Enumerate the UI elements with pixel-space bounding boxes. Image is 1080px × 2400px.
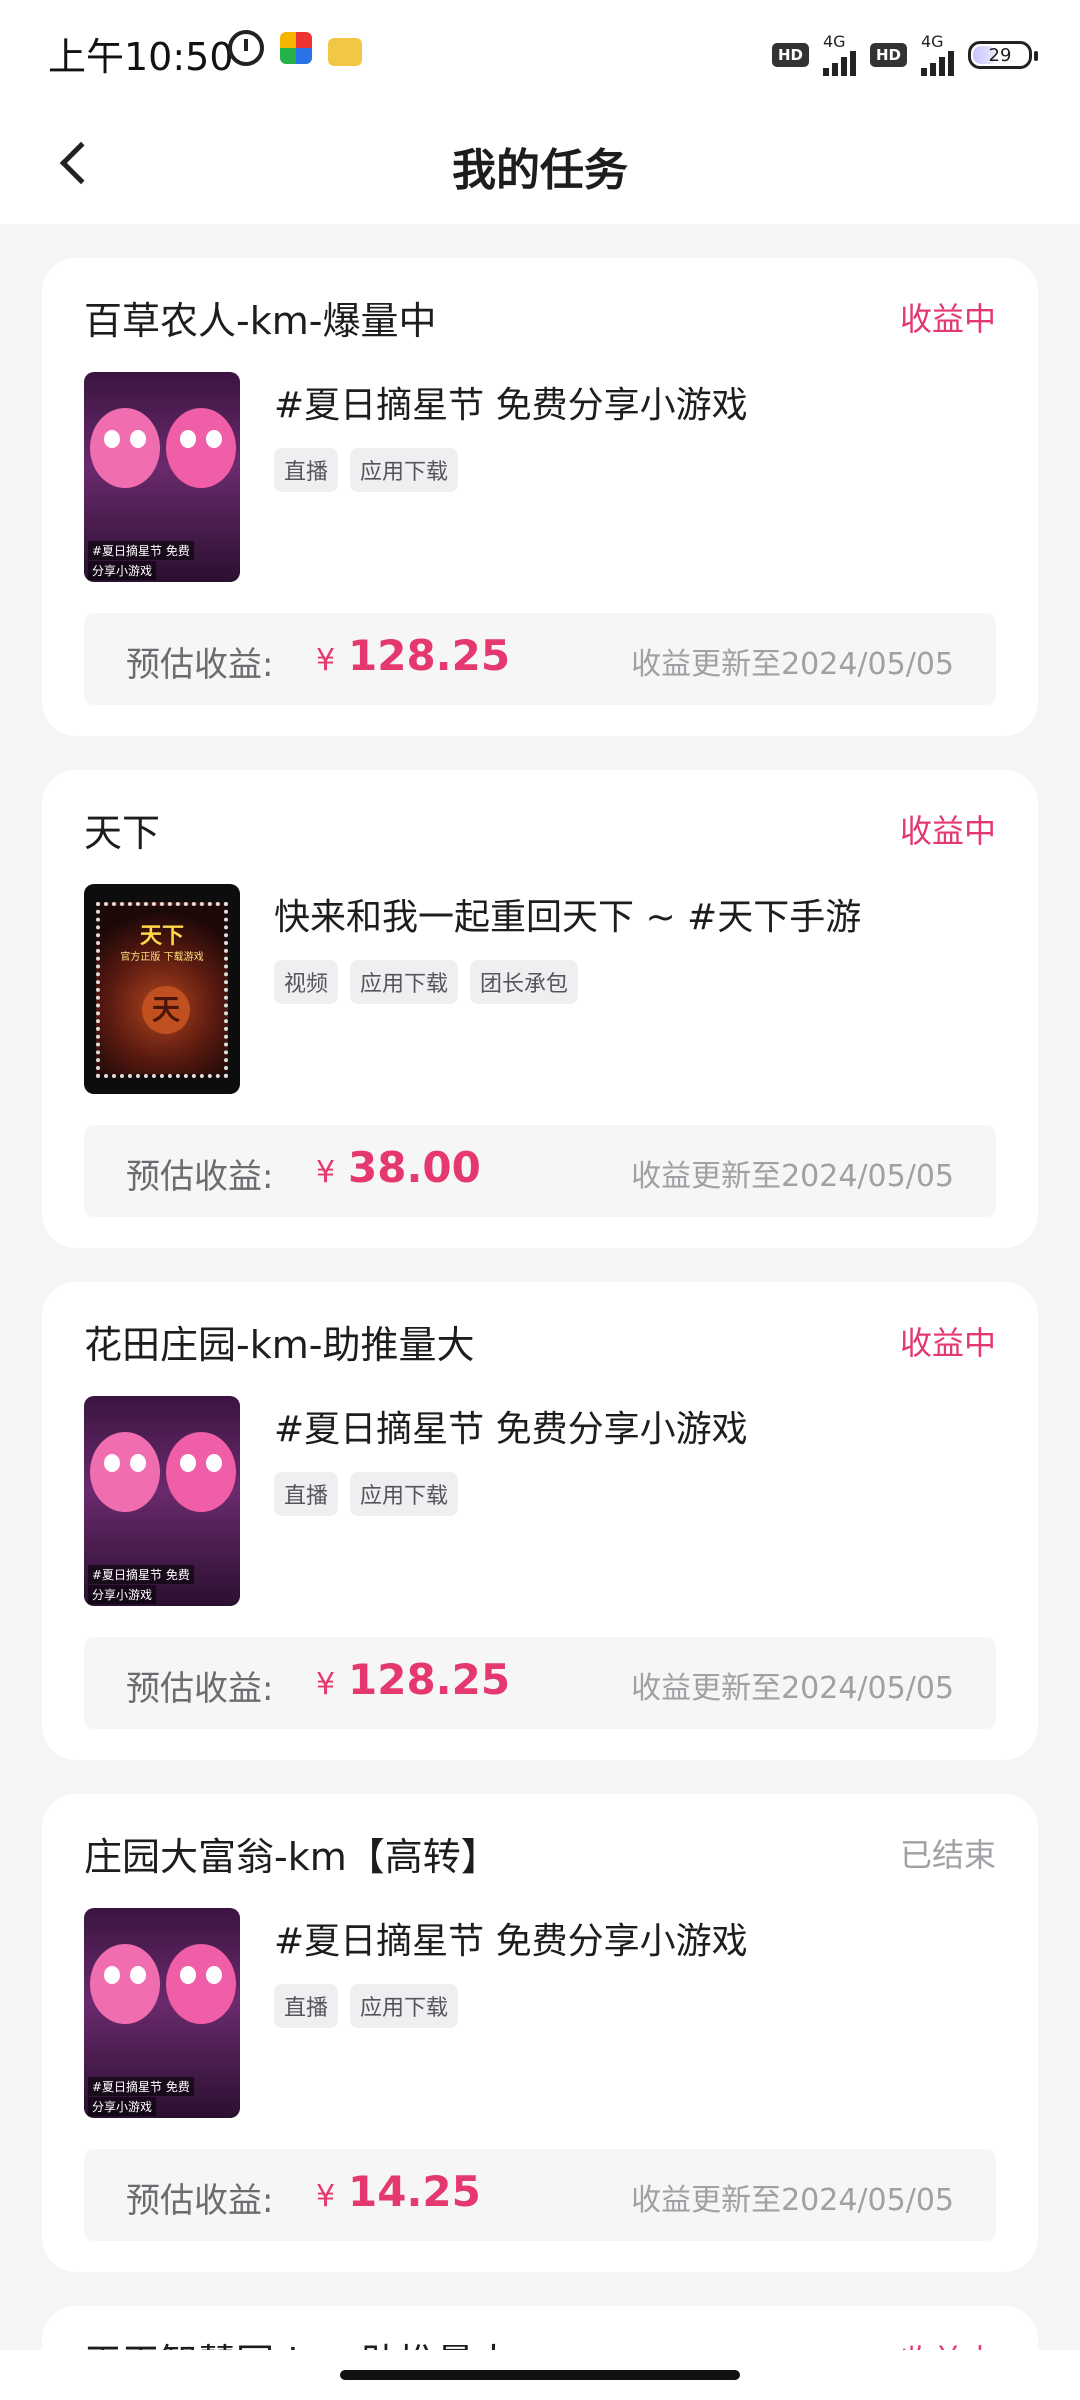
earnings-updated: 收益更新至2024/05/05 — [631, 1671, 954, 1706]
network-type: 4G — [921, 32, 944, 51]
signal-strength-icon: 4G — [921, 34, 954, 76]
alarm-icon — [228, 30, 264, 66]
task-thumbnail: #夏日摘星节 免费 分享小游戏 — [84, 372, 240, 582]
earnings-updated: 收益更新至2024/05/05 — [631, 1159, 954, 1194]
task-tags: 直播 应用下载 — [274, 448, 459, 492]
home-indicator[interactable] — [340, 2370, 740, 2380]
task-tag: 应用下载 — [350, 1984, 459, 2028]
task-tag: 直播 — [274, 1984, 339, 2028]
thumbnail-caption: 分享小游戏 — [88, 1585, 157, 1604]
earnings-value: 128.25 — [348, 1655, 511, 1704]
status-bar: 上午10:50 HD 4G HD 4G 29 — [0, 0, 1080, 100]
page-title: 我的任务 — [452, 145, 628, 196]
task-card[interactable]: 花田庄园-km-助推量大 收益中 #夏日摘星节 免费 分享小游戏 #夏日摘星节 … — [42, 1282, 1038, 1760]
earnings-box: 预估收益: ¥ 128.25 收益更新至2024/05/05 — [84, 1637, 996, 1729]
task-list: 百草农人-km-爆量中 收益中 #夏日摘星节 免费 分享小游戏 #夏日摘星节 免… — [42, 258, 1038, 2396]
task-tags: 直播 应用下载 — [274, 1472, 459, 1516]
task-card[interactable]: 百草农人-km-爆量中 收益中 #夏日摘星节 免费 分享小游戏 #夏日摘星节 免… — [42, 258, 1038, 736]
task-thumbnail: #夏日摘星节 免费 分享小游戏 — [84, 1396, 240, 1606]
task-tag: 团长承包 — [470, 960, 579, 1004]
hd-badge: HD — [869, 43, 907, 67]
task-tag: 应用下载 — [350, 448, 459, 492]
task-tag: 直播 — [274, 1472, 339, 1516]
thumbnail-emblem: 天 — [142, 986, 190, 1034]
task-status: 收益中 — [899, 300, 996, 338]
task-status: 收益中 — [899, 1324, 996, 1362]
signal-strength-icon: 4G — [822, 32, 856, 76]
currency-symbol: ¥ — [316, 1667, 336, 1702]
thumbnail-title: 天下 — [139, 924, 184, 949]
earnings-value: 128.25 — [348, 631, 511, 680]
thumbnail-subtitle: 官方正版 下载游戏 — [120, 952, 204, 963]
task-description: #夏日摘星节 免费分享小游戏 — [274, 385, 748, 426]
earnings-updated: 收益更新至2024/05/05 — [631, 2183, 954, 2218]
task-name: 花田庄园-km-助推量大 — [84, 1323, 475, 1367]
earnings-box: 预估收益: ¥ 128.25 收益更新至2024/05/05 — [84, 613, 996, 705]
status-time: 上午10:50 — [48, 35, 234, 79]
task-tags: 直播 应用下载 — [274, 1984, 459, 2028]
battery-icon: 29 — [968, 41, 1038, 69]
currency-symbol: ¥ — [316, 1155, 336, 1190]
task-thumbnail: 天下 官方正版 下载游戏 天 — [84, 884, 240, 1094]
task-description: #夏日摘星节 免费分享小游戏 — [274, 1921, 748, 1962]
thumbnail-caption: 分享小游戏 — [88, 561, 157, 580]
thumbnail-caption: 分享小游戏 — [88, 2097, 157, 2116]
task-tag: 应用下载 — [350, 960, 459, 1004]
earnings-label: 预估收益: — [126, 1669, 274, 1709]
task-description: #夏日摘星节 免费分享小游戏 — [274, 1409, 748, 1450]
task-tag: 视频 — [274, 960, 339, 1004]
task-thumbnail: #夏日摘星节 免费 分享小游戏 — [84, 1908, 240, 2118]
earnings-label: 预估收益: — [126, 1157, 274, 1197]
task-tag: 应用下载 — [350, 1472, 459, 1516]
task-tag: 直播 — [274, 448, 339, 492]
thumbnail-caption: #夏日摘星节 免费 — [88, 541, 194, 560]
earnings-value: 14.25 — [348, 2167, 481, 2216]
thumbnail-caption: #夏日摘星节 免费 — [88, 1565, 194, 1584]
earnings-updated: 收益更新至2024/05/05 — [631, 647, 954, 682]
task-tags: 视频 应用下载 团长承包 — [274, 960, 579, 1004]
hd-badge: HD — [771, 43, 809, 67]
battery-level: 29 — [988, 44, 1012, 66]
currency-symbol: ¥ — [316, 643, 336, 678]
app-notification-icon — [328, 38, 362, 66]
status-icons-left — [228, 30, 362, 66]
thumbnail-caption: #夏日摘星节 免费 — [88, 2077, 194, 2096]
app-notification-icon — [280, 32, 312, 64]
status-icons-right: HD 4G HD 4G 29 — [771, 32, 1038, 76]
earnings-box: 预估收益: ¥ 38.00 收益更新至2024/05/05 — [84, 1125, 996, 1217]
earnings-label: 预估收益: — [126, 645, 274, 685]
network-type: 4G — [822, 32, 846, 51]
task-status: 收益中 — [899, 812, 996, 850]
nav-bar: 我的任务 — [0, 100, 1080, 224]
task-description: 快来和我一起重回天下 ~ #天下手游 — [274, 897, 862, 938]
task-name: 庄园大富翁-km【高转】 — [84, 1835, 499, 1879]
earnings-box: 预估收益: ¥ 14.25 收益更新至2024/05/05 — [84, 2149, 996, 2241]
earnings-value: 38.00 — [348, 1143, 481, 1192]
bottom-bar — [0, 2350, 1080, 2400]
earnings-label: 预估收益: — [126, 2181, 274, 2221]
currency-symbol: ¥ — [316, 2179, 336, 2214]
task-card[interactable]: 天下 收益中 天下 官方正版 下载游戏 天 快来和我一起重回天下 ~ #天下手游… — [42, 770, 1038, 1248]
task-name: 天下 — [84, 811, 161, 855]
task-status: 已结束 — [899, 1836, 996, 1874]
task-name: 百草农人-km-爆量中 — [84, 299, 437, 343]
task-card[interactable]: 庄园大富翁-km【高转】 已结束 #夏日摘星节 免费 分享小游戏 #夏日摘星节 … — [42, 1794, 1038, 2272]
